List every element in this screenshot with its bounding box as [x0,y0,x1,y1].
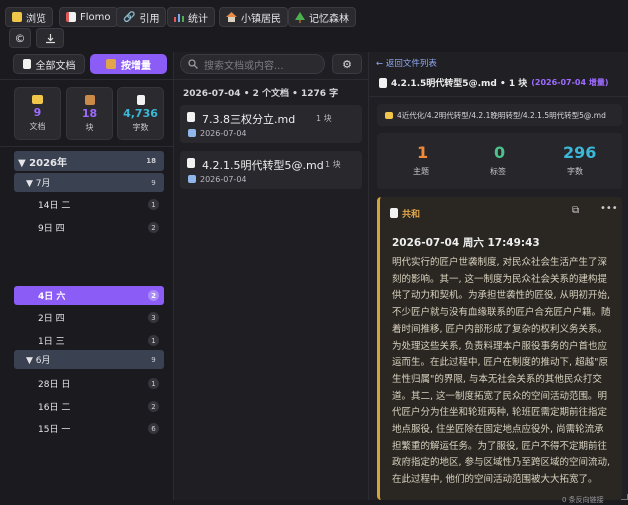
divider [0,79,173,80]
copyright-button[interactable]: © [9,28,31,48]
download-button[interactable] [36,28,64,48]
settings-button[interactable]: ⚙ [332,54,362,74]
note-body: 明代实行的匠户世袭制度, 对民众社会生活产生了深刻的影响。其一, 这一制度为民众… [392,257,611,486]
tree-month-july[interactable]: ▼ 7月 9 [14,173,164,192]
calendar-icon [188,175,196,183]
stat-word-count: 4,736 字数 [117,87,164,140]
browse-button[interactable]: 浏览 [5,7,53,27]
file-path: 4近代化/4.2明代转型/4.2.1晚明转型/4.2.1.5明代转型5@.md [377,104,622,126]
document-icon [187,112,195,122]
more-options-icon[interactable]: ••• [600,203,618,214]
house-icon [226,12,237,22]
document-icon [22,59,31,69]
tree-day-item[interactable]: 15日 一 6 [14,419,164,438]
divider [174,79,369,80]
document-icon [136,94,145,105]
note-card: 共和 ⧉ ••• 2026-07-04 周六 17:49:43 明代实行的匠户世… [377,197,622,500]
document-list-panel: 搜索文档或内容... ⚙ 2026-07-04 • 2 个文档 • 1276 字… [173,52,369,500]
statistics-button[interactable]: 统计 [167,7,215,27]
memory-forest-button[interactable]: 记忆森林 [288,7,356,27]
document-detail-panel: ← 返回文件列表 4.2.1.5明代转型5@.md • 1 块 (2026-07… [368,52,628,504]
folder-icon [32,95,43,104]
resize-handle[interactable] [621,494,628,500]
document-stats: 1 主题 0 标签 296 字数 [377,133,622,189]
tree-day-item[interactable]: 1日 三 1 [14,331,164,350]
divider [369,96,628,97]
tree-day-item[interactable]: 28日 日 1 [14,374,164,393]
tree-day-item[interactable]: 16日 二 2 [14,397,164,416]
document-card[interactable]: 4.2.1.5明代转型5@.md 1 块 2026-07-04 [180,151,362,189]
left-panel: 全部文档 按增量 9 文档 18 块 4,736 字数 ▼ 2026年 18 ▼… [0,52,173,500]
gear-icon: ⚙ [342,57,352,71]
tree-day-item[interactable]: 2日 四 3 [14,308,164,327]
tree-day-item[interactable]: 9日 四 2 [14,218,164,237]
flomo-button[interactable]: Flomo [59,7,118,27]
backlinks-count[interactable]: 0 条反向链接 [562,495,604,505]
document-icon [379,77,387,88]
calendar-icon [188,129,196,137]
stat-blocks: 18 块 [66,87,113,140]
tree-day-item[interactable]: 14日 二 1 [14,195,164,214]
search-input[interactable]: 搜索文档或内容... [180,54,325,74]
detail-header: 4.2.1.5明代转型5@.md • 1 块 (2026-07-04 增量) [379,76,609,89]
box-icon [84,94,95,105]
search-icon [188,59,198,69]
document-card[interactable]: 7.3.8三权分立.md 1 块 2026-07-04 [180,105,362,143]
town-residents-button[interactable]: 小镇居民 [219,7,288,27]
memo-icon [66,12,76,22]
divider [0,146,173,147]
tab-all-documents[interactable]: 全部文档 [13,54,85,74]
folder-icon [385,111,393,119]
folder-icon [12,12,22,22]
top-toolbar: 浏览 Flomo 🔗 引用 统计 小镇居民 记忆森林 © [0,0,628,52]
back-to-list-link[interactable]: ← 返回文件列表 [376,57,437,69]
box-icon [106,59,116,69]
note-timestamp: 2026-07-04 周六 17:49:43 [392,237,540,249]
copyright-icon: © [14,31,26,45]
tab-by-increment[interactable]: 按增量 [90,54,167,74]
stat-documents: 9 文档 [14,87,61,140]
copy-icon[interactable]: ⧉ [572,205,579,216]
list-summary: 2026-07-04 • 2 个文档 • 1276 字 [183,89,339,99]
tree-icon [295,11,305,23]
tree-day-item-selected[interactable]: 4日 六 2 [14,286,164,305]
tree-year-2026[interactable]: ▼ 2026年 18 [14,151,164,171]
references-button[interactable]: 🔗 引用 [116,7,167,27]
download-icon [45,33,55,43]
tree-month-june[interactable]: ▼ 6月 9 [14,350,164,369]
document-icon [187,158,195,168]
link-icon: 🔗 [123,11,136,23]
bar-chart-icon [174,14,184,22]
document-icon [390,208,398,218]
